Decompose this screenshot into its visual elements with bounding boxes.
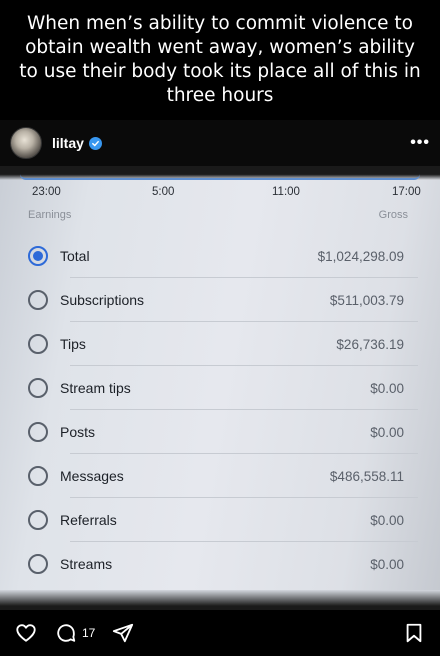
earnings-row-streams[interactable]: Streams $0.00 [18,542,418,586]
row-value: $1,024,298.09 [317,248,404,264]
verified-badge-icon [88,136,102,150]
earnings-header: Earnings [28,209,72,221]
row-label: Streams [60,556,113,572]
caption-text: When men’s ability to commit violence to… [19,13,421,106]
username[interactable]: liltay [52,135,84,151]
row-value: $0.00 [370,380,404,396]
row-value: $0.00 [370,512,404,528]
earnings-row-referrals[interactable]: Referrals $0.00 [18,498,418,542]
row-label: Messages [60,468,124,484]
row-value: $511,003.79 [329,292,404,308]
time-axis: 23:00 5:00 11:00 17:00 [0,186,440,202]
row-label: Stream tips [60,380,131,396]
caption-banner: When men’s ability to commit violence to… [0,0,440,120]
radio-button[interactable] [28,290,48,310]
earnings-row-total[interactable]: Total $1,024,298.09 [18,234,418,278]
radio-button[interactable] [28,510,48,530]
row-label: Referrals [60,512,117,528]
post-actions-bar: 17 [0,610,440,656]
radio-button[interactable] [28,422,48,442]
radio-button[interactable] [28,554,48,574]
radio-button[interactable] [28,378,48,398]
row-label: Total [60,248,90,264]
comment-count: 17 [82,626,96,640]
radio-button[interactable] [28,334,48,354]
heart-icon[interactable] [14,621,38,645]
time-label: 17:00 [392,186,421,198]
row-value: $0.00 [370,556,404,572]
comment-icon[interactable] [54,621,78,645]
radio-button[interactable] [28,246,48,266]
earnings-row-subscriptions[interactable]: Subscriptions $511,003.79 [18,278,418,322]
bookmark-icon[interactable] [402,621,426,645]
earnings-chart-line [20,174,420,180]
row-value: $26,736.19 [336,336,404,352]
radio-button[interactable] [28,466,48,486]
gross-header: Gross [378,209,408,221]
avatar[interactable] [10,127,42,159]
earnings-row-posts[interactable]: Posts $0.00 [18,410,418,454]
share-icon[interactable] [111,621,135,645]
more-options-icon[interactable]: ••• [410,134,430,152]
earnings-row-stream-tips[interactable]: Stream tips $0.00 [18,366,418,410]
post-header: liltay ••• [0,120,440,166]
post-photo: 23:00 5:00 11:00 17:00 Earnings Gross To… [0,166,440,610]
time-label: 11:00 [272,186,300,198]
earnings-row-tips[interactable]: Tips $26,736.19 [18,322,418,366]
time-label: 5:00 [152,186,175,198]
row-label: Subscriptions [60,292,145,308]
photo-bottom-edge [0,590,440,610]
row-label: Tips [60,336,86,352]
row-label: Posts [60,424,96,440]
time-label: 23:00 [32,186,61,198]
row-value: $486,558.11 [329,468,404,484]
row-value: $0.00 [370,424,404,440]
earnings-row-messages[interactable]: Messages $486,558.11 [18,454,418,498]
